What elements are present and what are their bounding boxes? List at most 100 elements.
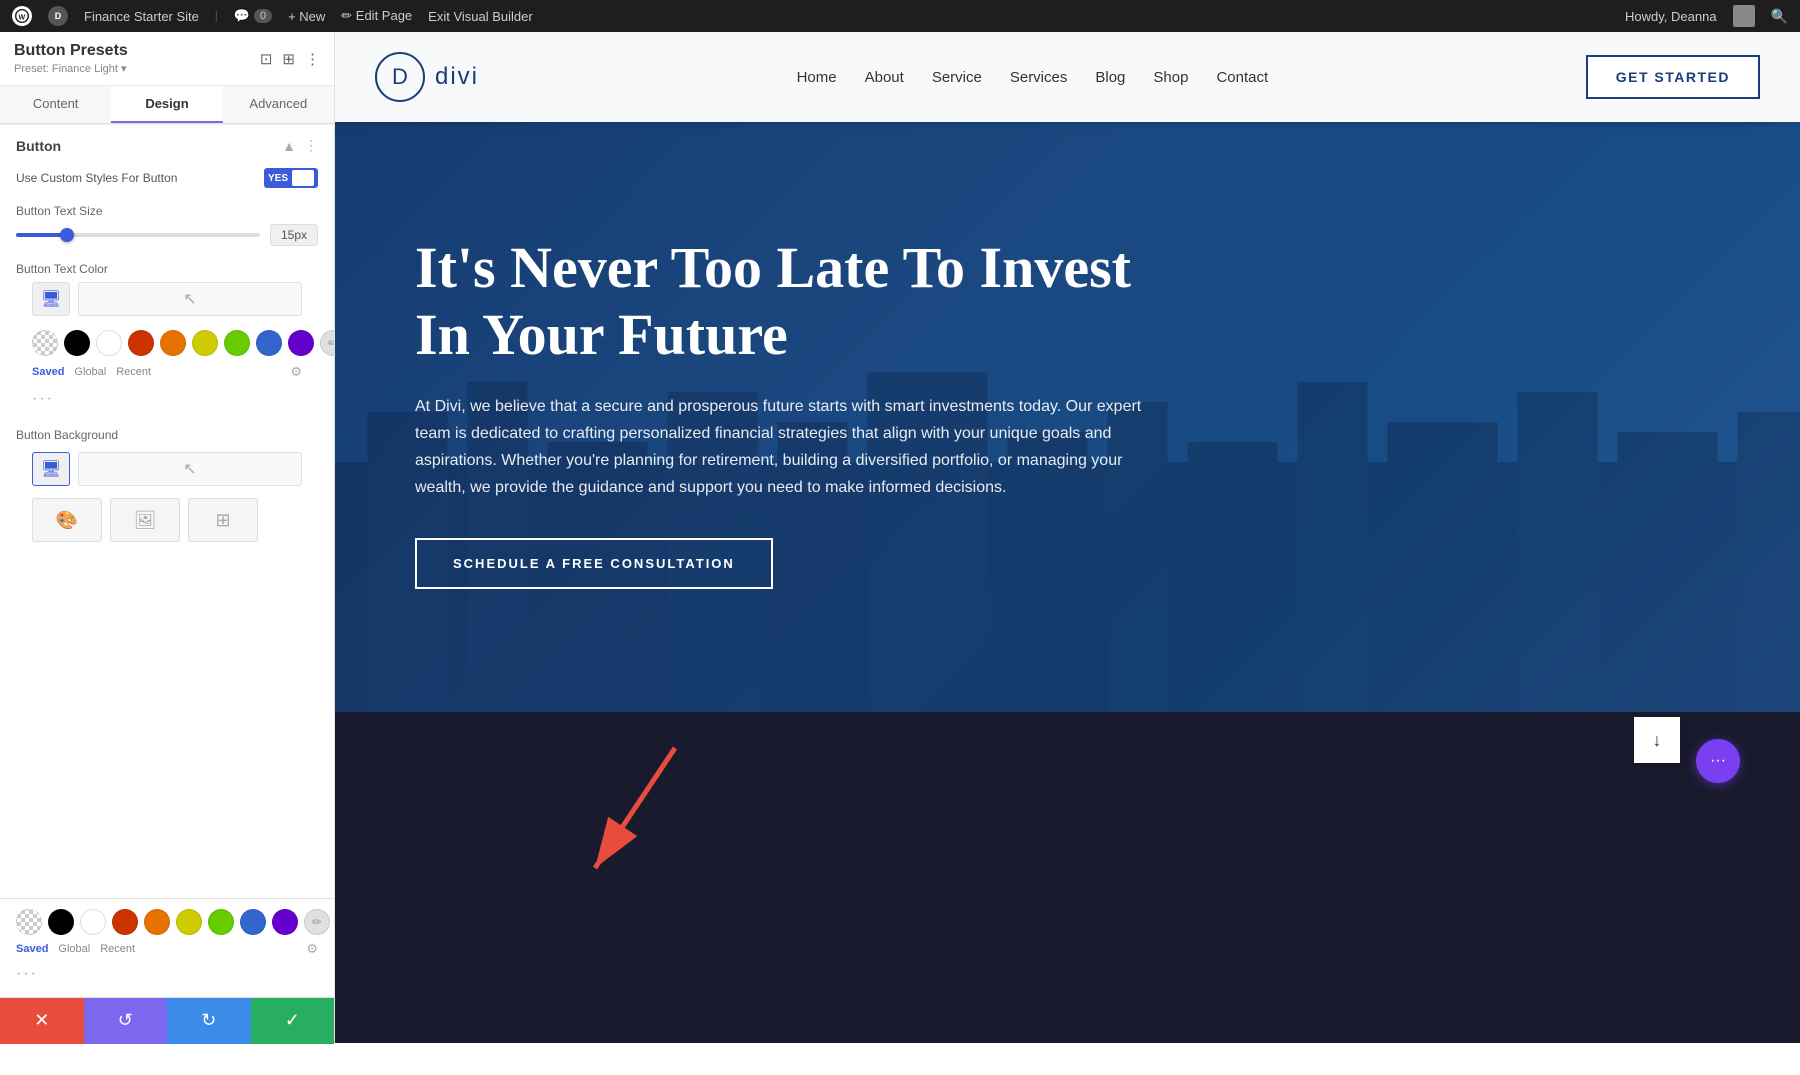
bottom-color-yellow[interactable] — [176, 909, 202, 935]
bottom-more-dots[interactable]: ··· — [16, 961, 318, 987]
bg-solid-icon[interactable]: 🎨 — [32, 498, 102, 542]
tab-advanced[interactable]: Advanced — [223, 86, 334, 123]
bottom-palette-settings-icon[interactable]: ⚙ — [306, 941, 318, 957]
hero-description: At Divi, we believe that a secure and pr… — [415, 393, 1155, 502]
btn-text-size-track[interactable] — [16, 233, 260, 237]
color-blue[interactable] — [256, 330, 282, 356]
comments-btn[interactable]: 💬 0 — [234, 8, 272, 24]
palette-settings-icon[interactable]: ⚙ — [290, 364, 302, 380]
bottom-color-transparent[interactable] — [16, 909, 42, 935]
custom-styles-toggle-row: Use Custom Styles For Button YES — [0, 162, 334, 198]
wp-admin-bar: W D Finance Starter Site | 💬 0 + New ✏ E… — [0, 0, 1800, 32]
collapse-icon[interactable]: ▲ — [282, 138, 296, 154]
bottom-color-green[interactable] — [208, 909, 234, 935]
howdy-label: Howdy, Deanna — [1625, 9, 1717, 24]
edit-page-btn[interactable]: ✏ Edit Page — [341, 8, 412, 24]
palette-tag-saved[interactable]: Saved — [32, 366, 64, 378]
bg-options-row: 🖥 ↖ — [16, 448, 318, 494]
panel-bottom: ✏ Saved Global Recent ⚙ ··· — [0, 898, 334, 997]
nav-service[interactable]: Service — [932, 69, 982, 86]
nav-about[interactable]: About — [865, 69, 904, 86]
color-transparent[interactable] — [32, 330, 58, 356]
color-text-box[interactable]: ↖ — [78, 282, 302, 316]
site-logo[interactable]: D divi — [375, 52, 479, 102]
color-eraser[interactable]: ✏ — [320, 330, 334, 356]
cancel-button[interactable]: ✕ — [0, 998, 84, 1044]
scroll-down-button[interactable]: ↓ — [1634, 717, 1680, 763]
bottom-color-red[interactable] — [112, 909, 138, 935]
bar-separator-1: | — [215, 10, 218, 22]
color-green[interactable] — [224, 330, 250, 356]
color-red[interactable] — [128, 330, 154, 356]
panel-menu-icon[interactable]: ⋮ — [305, 50, 320, 68]
custom-styles-toggle[interactable]: YES — [264, 168, 318, 188]
tab-content[interactable]: Content — [0, 86, 111, 123]
bottom-tag-global[interactable]: Global — [58, 943, 90, 955]
redo-button[interactable]: ↻ — [167, 998, 251, 1044]
hero-content: It's Never Too Late To Invest In Your Fu… — [335, 115, 1235, 628]
color-picker-row: 🖥 ↖ — [16, 282, 318, 324]
color-purple[interactable] — [288, 330, 314, 356]
bg-pattern-icon-label: ⊞ — [215, 510, 230, 531]
bottom-color-blue[interactable] — [240, 909, 266, 935]
bg-image-icon[interactable]: 🖼 — [110, 498, 180, 542]
redo-icon: ↻ — [201, 1010, 216, 1031]
float-purple-button[interactable]: ··· — [1696, 739, 1740, 783]
hero-cta-button[interactable]: SCHEDULE A FREE CONSULTATION — [415, 538, 773, 589]
btn-text-color-field: Button Text Color 🖥 ↖ — [0, 256, 334, 422]
tab-design[interactable]: Design — [111, 86, 222, 123]
bg-pattern-icon[interactable]: ⊞ — [188, 498, 258, 542]
nav-home[interactable]: Home — [797, 69, 837, 86]
wp-logo-icon[interactable]: W — [12, 6, 32, 26]
color-yellow[interactable] — [192, 330, 218, 356]
palette-tag-recent[interactable]: Recent — [116, 366, 151, 378]
btn-text-color-label: Button Text Color — [16, 262, 318, 276]
bottom-tag-recent[interactable]: Recent — [100, 943, 135, 955]
site-name-link[interactable]: Finance Starter Site — [84, 9, 199, 24]
color-black[interactable] — [64, 330, 90, 356]
slider-fill — [16, 233, 65, 237]
btn-text-size-value[interactable]: 15px — [270, 224, 318, 246]
bottom-color-black[interactable] — [48, 909, 74, 935]
admin-search-icon[interactable]: 🔍 — [1771, 8, 1788, 25]
panel-window-icon[interactable]: ⊡ — [260, 50, 273, 68]
section-menu-icon[interactable]: ⋮ — [304, 137, 318, 154]
color-orange[interactable] — [160, 330, 186, 356]
bottom-color-purple[interactable] — [272, 909, 298, 935]
bottom-tag-saved[interactable]: Saved — [16, 943, 48, 955]
new-btn[interactable]: + New — [288, 9, 325, 24]
nav-services[interactable]: Services — [1010, 69, 1068, 86]
nav-shop[interactable]: Shop — [1153, 69, 1188, 86]
bottom-color-white[interactable] — [80, 909, 106, 935]
divi-logo-icon[interactable]: D — [48, 6, 68, 26]
bg-color-field[interactable]: ↖ — [78, 452, 302, 486]
nav-blog[interactable]: Blog — [1095, 69, 1125, 86]
site-nav: Home About Service Services Blog Shop Co… — [797, 69, 1269, 86]
color-white[interactable] — [96, 330, 122, 356]
color-swatch-desktop-icon[interactable]: 🖥 — [32, 282, 70, 316]
bottom-palette-row: ✏ — [16, 909, 318, 935]
panel-grid-icon[interactable]: ⊞ — [282, 50, 295, 68]
nav-contact[interactable]: Contact — [1216, 69, 1268, 86]
btn-background-field: Button Background 🖥 ↖ 🎨 🖼 — [0, 422, 334, 560]
bg-img-options: 🎨 🖼 ⊞ — [16, 494, 318, 550]
exit-visual-builder-btn[interactable]: Exit Visual Builder — [428, 9, 533, 24]
btn-text-size-slider-row: 15px — [16, 224, 318, 246]
bottom-color-orange[interactable] — [144, 909, 170, 935]
panel-tabs: Content Design Advanced — [0, 86, 334, 124]
bottom-color-eraser[interactable]: ✏ — [304, 909, 330, 935]
more-options-dots[interactable]: ··· — [16, 386, 318, 412]
button-section-title: Button — [16, 138, 61, 154]
desktop-icon: 🖥 — [41, 289, 61, 309]
logo-text: divi — [435, 63, 479, 91]
header-cta-button[interactable]: GET STARTED — [1586, 55, 1760, 99]
bg-desktop-icon-btn[interactable]: 🖥 — [32, 452, 70, 486]
panel-title-area: Button Presets Preset: Finance Light ▾ — [14, 42, 128, 75]
undo-button[interactable]: ↺ — [84, 998, 168, 1044]
save-button[interactable]: ✓ — [251, 998, 335, 1044]
left-panel: Button Presets Preset: Finance Light ▾ ⊡… — [0, 32, 335, 1043]
slider-thumb[interactable] — [60, 228, 74, 242]
main-content: D divi Home About Service Services Blog … — [335, 32, 1800, 1043]
palette-tag-global[interactable]: Global — [74, 366, 106, 378]
user-avatar[interactable] — [1733, 5, 1755, 27]
